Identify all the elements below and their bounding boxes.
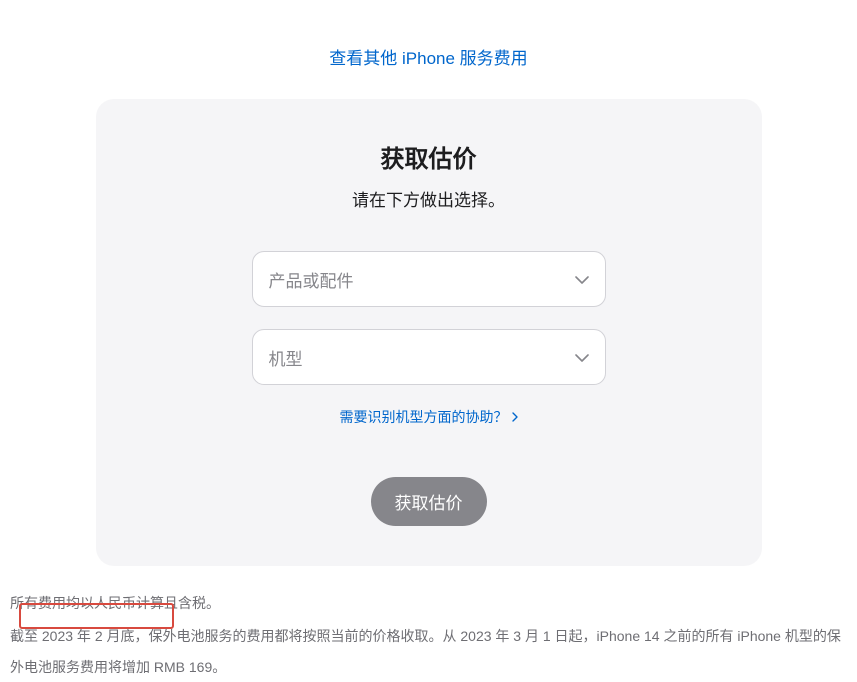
get-estimate-button[interactable]: 获取估价 — [371, 477, 487, 526]
top-link-container: 查看其他 iPhone 服务费用 — [0, 0, 857, 99]
card-title: 获取估价 — [156, 139, 702, 174]
submit-row: 获取估价 — [156, 477, 702, 526]
chevron-down-icon — [575, 269, 589, 289]
estimate-card: 获取估价 请在下方做出选择。 产品或配件 机型 需要识别机型方面的协助？ 获取估… — [96, 99, 762, 566]
product-select-placeholder: 产品或配件 — [269, 267, 354, 292]
footer-note-1: 所有费用均以人民币计算且含税。 — [10, 588, 847, 619]
other-services-link[interactable]: 查看其他 iPhone 服务费用 — [329, 49, 527, 68]
identify-model-help-link[interactable]: 需要识别机型方面的协助？ — [340, 407, 518, 427]
model-select[interactable]: 机型 — [252, 329, 606, 385]
product-select-wrap: 产品或配件 — [252, 251, 606, 307]
model-select-placeholder: 机型 — [269, 345, 303, 370]
footer: 所有费用均以人民币计算且含税。 截至 2023 年 2 月底，保外电池服务的费用… — [0, 566, 857, 682]
help-link-label: 需要识别机型方面的协助？ — [340, 407, 508, 427]
footer-note-2: 截至 2023 年 2 月底，保外电池服务的费用都将按照当前的价格收取。从 20… — [10, 621, 847, 682]
card-subtitle: 请在下方做出选择。 — [156, 186, 702, 211]
chevron-down-icon — [575, 347, 589, 367]
chevron-right-icon — [512, 409, 518, 425]
model-select-wrap: 机型 — [252, 329, 606, 385]
product-select[interactable]: 产品或配件 — [252, 251, 606, 307]
